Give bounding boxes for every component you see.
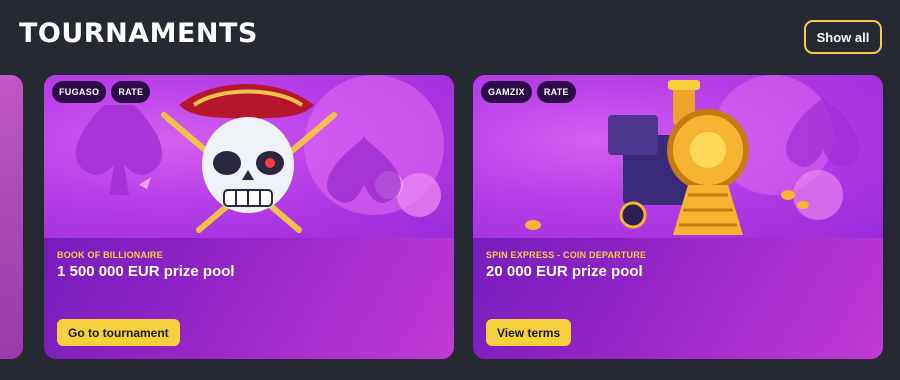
provider-tag: FUGASO — [52, 81, 107, 103]
tournament-art: GAMZIX RATE — [473, 75, 883, 238]
go-to-tournament-button[interactable]: Go to tournament — [57, 319, 180, 346]
game-name: SPIN EXPRESS - COIN DEPARTURE — [486, 250, 647, 260]
tournament-card[interactable]: GAMZIX RATE SPIN EXPRESS - COIN DEPARTUR… — [473, 75, 883, 359]
section-title: TOURNAMENTS — [19, 18, 258, 49]
prize-pool: 20 000 EUR prize pool — [486, 263, 643, 280]
provider-tag: GAMZIX — [481, 81, 532, 103]
previous-card-edge[interactable] — [0, 75, 23, 359]
show-all-button[interactable]: Show all — [804, 20, 882, 54]
prize-pool: 1 500 000 EUR prize pool — [57, 263, 235, 280]
tournament-art: FUGASO RATE — [44, 75, 454, 238]
tournament-card[interactable]: FUGASO RATE BOOK OF BILLIONAIRE 1 500 00… — [44, 75, 454, 359]
provider-tags: GAMZIX RATE — [481, 81, 576, 103]
provider-tags: FUGASO RATE — [52, 81, 151, 103]
type-tag: RATE — [111, 81, 151, 103]
game-name: BOOK OF BILLIONAIRE — [57, 250, 163, 260]
type-tag: RATE — [536, 81, 576, 103]
view-terms-button[interactable]: View terms — [486, 319, 572, 346]
